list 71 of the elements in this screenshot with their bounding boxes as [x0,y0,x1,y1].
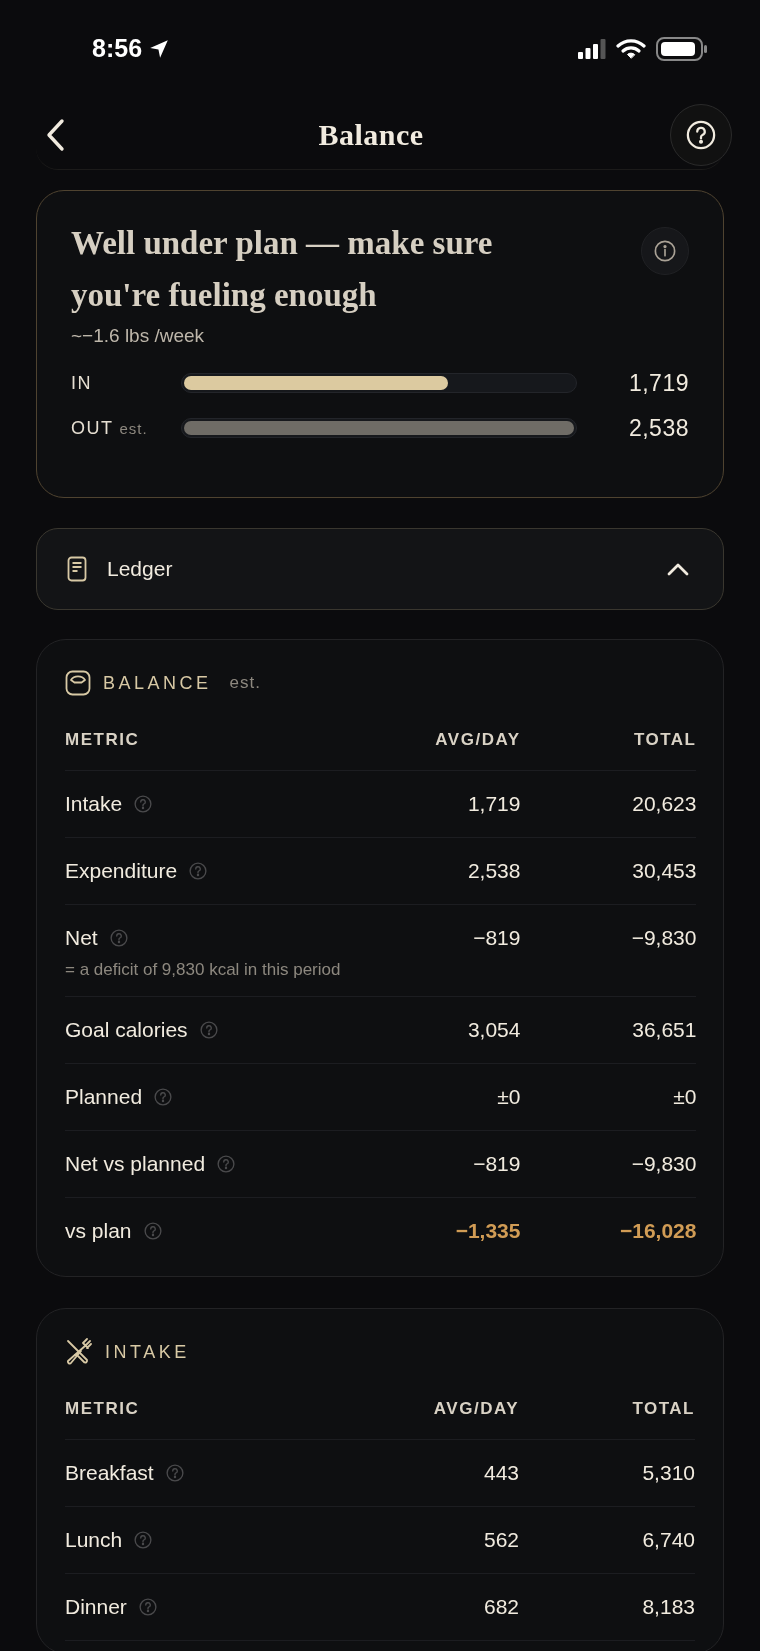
help-icon[interactable] [154,1088,173,1106]
help-icon [686,119,716,150]
bar-label: IN [71,372,92,394]
help-icon[interactable] [217,1155,236,1173]
metric-name: Expenditure [65,859,178,883]
help-icon[interactable] [109,929,128,947]
help-icon[interactable] [199,1021,218,1039]
table-cell: 5,310 [642,1461,695,1485]
estimate-note: est. [229,673,261,693]
table-cell: −819 [473,1152,521,1176]
help-icon[interactable] [134,1531,153,1549]
metric-name: Lunch [65,1528,123,1552]
help-icon[interactable] [134,795,153,813]
bar-value: 2,538 [627,414,689,442]
fork-knife-icon [65,1338,93,1366]
table-cell: 36,651 [632,1018,697,1042]
bar-label: OUT [71,417,114,439]
help-icon[interactable] [138,1598,157,1616]
battery-icon [656,36,708,61]
chevron-icon [667,562,689,576]
metric-name: Planned [65,1085,143,1109]
table-cell: −9,830 [631,926,697,950]
table-cell: −16,028 [620,1219,697,1243]
table-cell: 1,719 [467,792,521,816]
summary-headline: Well under plan — make sure you're fueling enough [71,224,494,315]
metric-name: Net [65,926,98,950]
column-header: TOTAL [633,730,697,750]
estimate-note: est. [119,419,148,437]
help-icon[interactable] [143,1222,162,1240]
ledger-toggle[interactable]: Ledger [36,528,724,610]
column-header: METRIC [65,1399,140,1419]
metric-name: Goal calories [65,1018,188,1042]
document-icon [67,556,87,582]
table-cell: 30,453 [632,859,697,883]
help-icon[interactable] [189,862,208,880]
table-cell: ±0 [497,1085,521,1109]
metric-note: = a deficit of 9,830 kcal in this period [65,960,341,980]
metric-name: vs plan [65,1219,132,1243]
scale-icon [65,670,91,696]
section-title: BALANCE [103,672,212,694]
metric-name: Intake [65,792,123,816]
table-cell: −9,830 [631,1152,697,1176]
table-cell: 2,538 [467,859,521,883]
column-header: AVG/DAY [435,730,521,750]
info-button[interactable] [641,227,689,275]
help-icon[interactable] [165,1464,184,1482]
clock: 8:56 [92,34,143,63]
table-cell: 3,054 [467,1018,521,1042]
metric-name: Breakfast [65,1461,154,1485]
table-cell: 20,623 [632,792,697,816]
page-title: Balance [318,117,424,152]
table-cell: 8,183 [642,1595,695,1619]
table-cell: ±0 [673,1085,697,1109]
bar-value: 1,719 [627,369,689,397]
table-cell: 443 [483,1461,519,1485]
table-cell: −1,335 [455,1219,521,1243]
column-header: AVG/DAY [433,1399,519,1419]
signal-icon [578,38,606,59]
info-icon [654,240,676,262]
section-title: INTAKE [105,1341,190,1363]
column-header: TOTAL [632,1399,695,1419]
location-arrow-icon [148,37,171,60]
table-cell: 562 [483,1528,519,1552]
wifi-icon [616,37,646,60]
table-cell: 682 [483,1595,519,1619]
weekly-rate: ~−1.6 lbs /week [71,325,206,347]
table-cell: 6,740 [642,1528,695,1552]
metric-name: Dinner [65,1595,127,1619]
table-cell: −819 [473,926,521,950]
column-header: METRIC [65,730,140,750]
metric-name: Net vs planned [65,1152,206,1176]
